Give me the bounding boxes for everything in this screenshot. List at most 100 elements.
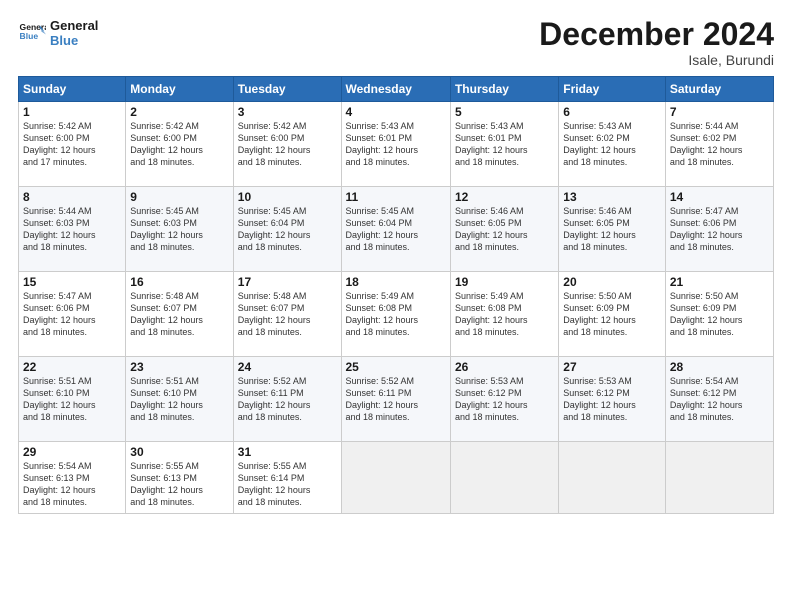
day-info: Sunrise: 5:48 AMSunset: 6:07 PMDaylight:… <box>238 290 337 339</box>
day-number: 10 <box>238 190 337 204</box>
calendar-cell: 7 Sunrise: 5:44 AMSunset: 6:02 PMDayligh… <box>665 102 773 187</box>
day-number: 11 <box>346 190 446 204</box>
day-info: Sunrise: 5:52 AMSunset: 6:11 PMDaylight:… <box>346 375 446 424</box>
calendar-cell: 24 Sunrise: 5:52 AMSunset: 6:11 PMDaylig… <box>233 357 341 442</box>
day-number: 14 <box>670 190 769 204</box>
calendar-cell: 10 Sunrise: 5:45 AMSunset: 6:04 PMDaylig… <box>233 187 341 272</box>
day-info: Sunrise: 5:52 AMSunset: 6:11 PMDaylight:… <box>238 375 337 424</box>
day-number: 18 <box>346 275 446 289</box>
day-number: 5 <box>455 105 554 119</box>
calendar-cell: 26 Sunrise: 5:53 AMSunset: 6:12 PMDaylig… <box>450 357 558 442</box>
day-info: Sunrise: 5:42 AMSunset: 6:00 PMDaylight:… <box>23 120 121 169</box>
day-info: Sunrise: 5:50 AMSunset: 6:09 PMDaylight:… <box>563 290 661 339</box>
day-info: Sunrise: 5:53 AMSunset: 6:12 PMDaylight:… <box>455 375 554 424</box>
calendar-header-sunday: Sunday <box>19 77 126 102</box>
day-info: Sunrise: 5:44 AMSunset: 6:03 PMDaylight:… <box>23 205 121 254</box>
day-info: Sunrise: 5:43 AMSunset: 6:01 PMDaylight:… <box>455 120 554 169</box>
day-number: 22 <box>23 360 121 374</box>
day-number: 8 <box>23 190 121 204</box>
calendar-cell: 18 Sunrise: 5:49 AMSunset: 6:08 PMDaylig… <box>341 272 450 357</box>
day-number: 2 <box>130 105 228 119</box>
svg-text:Blue: Blue <box>20 31 39 41</box>
calendar-cell: 2 Sunrise: 5:42 AMSunset: 6:00 PMDayligh… <box>126 102 233 187</box>
day-info: Sunrise: 5:46 AMSunset: 6:05 PMDaylight:… <box>455 205 554 254</box>
day-info: Sunrise: 5:54 AMSunset: 6:13 PMDaylight:… <box>23 460 121 509</box>
day-info: Sunrise: 5:45 AMSunset: 6:04 PMDaylight:… <box>238 205 337 254</box>
day-number: 6 <box>563 105 661 119</box>
calendar-cell: 15 Sunrise: 5:47 AMSunset: 6:06 PMDaylig… <box>19 272 126 357</box>
day-number: 29 <box>23 445 121 459</box>
title-block: December 2024 Isale, Burundi <box>539 18 774 68</box>
day-number: 28 <box>670 360 769 374</box>
calendar-cell: 29 Sunrise: 5:54 AMSunset: 6:13 PMDaylig… <box>19 442 126 514</box>
calendar-cell: 12 Sunrise: 5:46 AMSunset: 6:05 PMDaylig… <box>450 187 558 272</box>
calendar-header-tuesday: Tuesday <box>233 77 341 102</box>
calendar-cell: 28 Sunrise: 5:54 AMSunset: 6:12 PMDaylig… <box>665 357 773 442</box>
calendar-header-wednesday: Wednesday <box>341 77 450 102</box>
day-info: Sunrise: 5:48 AMSunset: 6:07 PMDaylight:… <box>130 290 228 339</box>
day-number: 3 <box>238 105 337 119</box>
calendar-cell: 16 Sunrise: 5:48 AMSunset: 6:07 PMDaylig… <box>126 272 233 357</box>
day-info: Sunrise: 5:45 AMSunset: 6:03 PMDaylight:… <box>130 205 228 254</box>
calendar-cell: 20 Sunrise: 5:50 AMSunset: 6:09 PMDaylig… <box>559 272 666 357</box>
day-info: Sunrise: 5:55 AMSunset: 6:14 PMDaylight:… <box>238 460 337 509</box>
day-info: Sunrise: 5:55 AMSunset: 6:13 PMDaylight:… <box>130 460 228 509</box>
day-number: 30 <box>130 445 228 459</box>
calendar-cell: 11 Sunrise: 5:45 AMSunset: 6:04 PMDaylig… <box>341 187 450 272</box>
calendar-cell: 23 Sunrise: 5:51 AMSunset: 6:10 PMDaylig… <box>126 357 233 442</box>
day-number: 17 <box>238 275 337 289</box>
day-info: Sunrise: 5:46 AMSunset: 6:05 PMDaylight:… <box>563 205 661 254</box>
calendar-cell <box>665 442 773 514</box>
calendar-cell <box>450 442 558 514</box>
day-info: Sunrise: 5:49 AMSunset: 6:08 PMDaylight:… <box>346 290 446 339</box>
calendar-cell: 1 Sunrise: 5:42 AMSunset: 6:00 PMDayligh… <box>19 102 126 187</box>
day-info: Sunrise: 5:51 AMSunset: 6:10 PMDaylight:… <box>23 375 121 424</box>
calendar-cell: 13 Sunrise: 5:46 AMSunset: 6:05 PMDaylig… <box>559 187 666 272</box>
day-info: Sunrise: 5:42 AMSunset: 6:00 PMDaylight:… <box>130 120 228 169</box>
calendar-cell: 3 Sunrise: 5:42 AMSunset: 6:00 PMDayligh… <box>233 102 341 187</box>
calendar-cell: 8 Sunrise: 5:44 AMSunset: 6:03 PMDayligh… <box>19 187 126 272</box>
day-number: 13 <box>563 190 661 204</box>
calendar-header-thursday: Thursday <box>450 77 558 102</box>
day-info: Sunrise: 5:45 AMSunset: 6:04 PMDaylight:… <box>346 205 446 254</box>
logo-line2: Blue <box>50 33 98 48</box>
day-info: Sunrise: 5:43 AMSunset: 6:02 PMDaylight:… <box>563 120 661 169</box>
calendar-cell: 6 Sunrise: 5:43 AMSunset: 6:02 PMDayligh… <box>559 102 666 187</box>
page: General Blue General Blue December 2024 … <box>0 0 792 612</box>
logo: General Blue General Blue <box>18 18 98 48</box>
calendar-cell <box>559 442 666 514</box>
calendar-cell: 17 Sunrise: 5:48 AMSunset: 6:07 PMDaylig… <box>233 272 341 357</box>
day-number: 16 <box>130 275 228 289</box>
day-info: Sunrise: 5:47 AMSunset: 6:06 PMDaylight:… <box>670 205 769 254</box>
day-info: Sunrise: 5:42 AMSunset: 6:00 PMDaylight:… <box>238 120 337 169</box>
day-number: 27 <box>563 360 661 374</box>
calendar-header-saturday: Saturday <box>665 77 773 102</box>
day-number: 25 <box>346 360 446 374</box>
calendar-cell: 9 Sunrise: 5:45 AMSunset: 6:03 PMDayligh… <box>126 187 233 272</box>
day-info: Sunrise: 5:43 AMSunset: 6:01 PMDaylight:… <box>346 120 446 169</box>
logo-icon: General Blue <box>18 19 46 47</box>
day-number: 23 <box>130 360 228 374</box>
location: Isale, Burundi <box>539 52 774 68</box>
day-info: Sunrise: 5:44 AMSunset: 6:02 PMDaylight:… <box>670 120 769 169</box>
day-info: Sunrise: 5:51 AMSunset: 6:10 PMDaylight:… <box>130 375 228 424</box>
day-number: 7 <box>670 105 769 119</box>
calendar-cell: 14 Sunrise: 5:47 AMSunset: 6:06 PMDaylig… <box>665 187 773 272</box>
day-info: Sunrise: 5:54 AMSunset: 6:12 PMDaylight:… <box>670 375 769 424</box>
day-number: 1 <box>23 105 121 119</box>
calendar-cell: 5 Sunrise: 5:43 AMSunset: 6:01 PMDayligh… <box>450 102 558 187</box>
calendar-table: SundayMondayTuesdayWednesdayThursdayFrid… <box>18 76 774 514</box>
day-number: 24 <box>238 360 337 374</box>
day-number: 20 <box>563 275 661 289</box>
day-number: 4 <box>346 105 446 119</box>
calendar-header-monday: Monday <box>126 77 233 102</box>
calendar-cell: 30 Sunrise: 5:55 AMSunset: 6:13 PMDaylig… <box>126 442 233 514</box>
calendar-cell: 21 Sunrise: 5:50 AMSunset: 6:09 PMDaylig… <box>665 272 773 357</box>
calendar-header-row: SundayMondayTuesdayWednesdayThursdayFrid… <box>19 77 774 102</box>
day-info: Sunrise: 5:50 AMSunset: 6:09 PMDaylight:… <box>670 290 769 339</box>
logo-line1: General <box>50 18 98 33</box>
day-info: Sunrise: 5:53 AMSunset: 6:12 PMDaylight:… <box>563 375 661 424</box>
day-info: Sunrise: 5:47 AMSunset: 6:06 PMDaylight:… <box>23 290 121 339</box>
day-number: 9 <box>130 190 228 204</box>
calendar-cell: 19 Sunrise: 5:49 AMSunset: 6:08 PMDaylig… <box>450 272 558 357</box>
